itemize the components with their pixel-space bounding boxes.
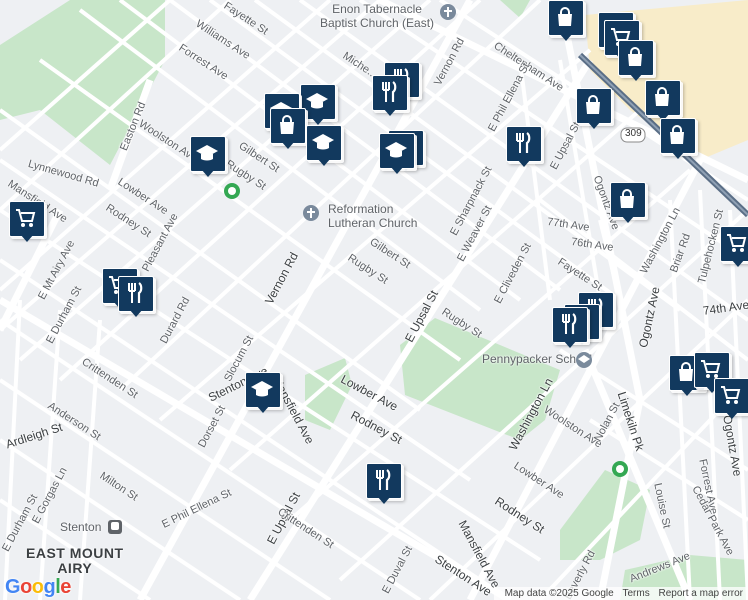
google-logo: Google xyxy=(5,576,71,598)
park-icon[interactable] xyxy=(224,183,240,199)
restaurant-marker[interactable] xyxy=(372,75,408,117)
train-station-icon[interactable] xyxy=(108,520,122,534)
school-marker[interactable] xyxy=(245,372,281,414)
school-marker[interactable] xyxy=(379,133,415,175)
fork-knife-icon xyxy=(516,132,531,153)
church-icon[interactable] xyxy=(440,4,456,20)
neighborhood-label: EAST MOUNT AIRY xyxy=(26,545,124,576)
church-icon[interactable] xyxy=(303,205,319,221)
graduation-cap-icon xyxy=(385,142,407,158)
place-label-stenton[interactable]: Stenton xyxy=(60,520,101,534)
report-link[interactable]: Report a map error xyxy=(659,588,743,599)
shopping-bag-marker[interactable] xyxy=(610,182,646,224)
fork-knife-icon xyxy=(562,313,577,334)
shopping-bag-marker[interactable] xyxy=(645,80,681,122)
shopping-bag-marker[interactable] xyxy=(618,40,654,82)
shopping-cart-marker[interactable] xyxy=(714,378,748,420)
school-marker[interactable] xyxy=(190,136,226,178)
restaurant-marker[interactable] xyxy=(506,126,542,168)
shopping-bag-icon xyxy=(558,7,572,26)
shopping-bag-icon xyxy=(655,87,669,106)
shopping-bag-marker[interactable] xyxy=(270,108,306,150)
place-label-church-mid[interactable]: Reformation Lutheran Church xyxy=(328,202,417,230)
school-marker[interactable] xyxy=(306,125,342,167)
restaurant-marker[interactable] xyxy=(118,276,154,318)
graduation-cap-icon xyxy=(312,134,334,150)
park-icon[interactable] xyxy=(612,461,628,477)
shopping-bag-icon xyxy=(620,189,634,208)
attribution-data: Map data ©2025 Google xyxy=(504,588,614,599)
shopping-bag-icon xyxy=(628,47,642,66)
shopping-bag-icon xyxy=(670,125,684,144)
terms-link[interactable]: Terms xyxy=(623,588,650,599)
attribution-bar: Map data ©2025 Google Terms Report a map… xyxy=(493,587,748,600)
restaurant-marker[interactable] xyxy=(366,463,402,505)
school-icon[interactable] xyxy=(576,352,592,368)
fork-knife-icon xyxy=(382,81,397,102)
graduation-cap-icon xyxy=(196,145,218,161)
place-label-church-top[interactable]: Enon Tabernacle Baptist Church (East) xyxy=(320,2,434,30)
shopping-bag-icon xyxy=(280,115,294,134)
shopping-cart-icon xyxy=(721,386,741,404)
shopping-bag-marker[interactable] xyxy=(548,0,584,42)
shopping-cart-icon xyxy=(727,234,747,252)
restaurant-marker[interactable] xyxy=(552,307,588,349)
graduation-cap-icon xyxy=(306,93,328,109)
route-309-label: 309 xyxy=(625,128,642,139)
shopping-bag-icon xyxy=(586,95,600,114)
shopping-cart-marker[interactable] xyxy=(720,226,748,268)
shopping-cart-icon xyxy=(16,209,36,227)
fork-knife-icon xyxy=(376,469,391,490)
shopping-bag-marker[interactable] xyxy=(576,88,612,130)
shopping-bag-marker[interactable] xyxy=(660,118,696,160)
fork-knife-icon xyxy=(128,282,143,303)
shopping-cart-marker[interactable] xyxy=(9,201,45,243)
graduation-cap-icon xyxy=(251,381,273,397)
map-canvas[interactable]: Fayette St Williams Ave Forrest Ave Wool… xyxy=(0,0,748,600)
